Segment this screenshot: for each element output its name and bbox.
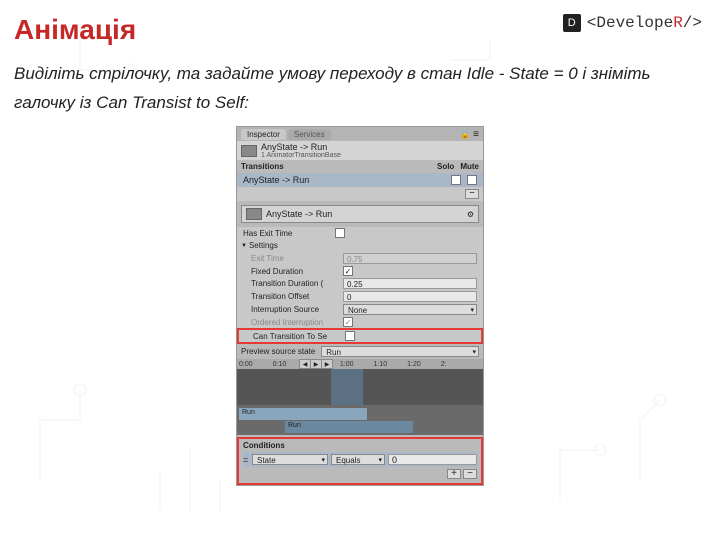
transition-box-icon [246,208,262,220]
settings-foldout[interactable]: Settings [237,239,483,252]
transition-timeline[interactable]: 0:000:100:201:001:101:202: ◀ ▶ ▶ [237,359,483,405]
transition-name: AnyState -> Run [261,142,341,152]
tab-services[interactable]: Services [288,129,331,140]
inspector-tabs: Inspector Services 🔒 ≡ [237,127,483,141]
preview-source-heading: Preview source state Run [237,344,483,359]
has-exit-time-checkbox[interactable] [335,228,345,238]
transition-offset-label: Transition Offset [251,292,343,301]
ordered-interruption-label: Ordered Interruption [251,318,343,327]
timeline-ruler: 0:000:100:201:001:101:202: [237,359,483,369]
timeline-blend-region[interactable] [331,369,363,405]
interruption-source-label: Interruption Source [251,305,343,314]
clip-area: Run Run [237,405,483,435]
remove-transition-button[interactable]: − [465,189,479,199]
transition-drop-area: AnyState -> Run ⚙ [237,201,483,227]
transition-duration-field[interactable]: 0.25 [343,278,477,289]
transition-offset-field[interactable]: 0 [343,291,477,302]
can-transition-checkbox[interactable] [345,331,355,341]
preview-source-dropdown[interactable]: Run [321,346,479,357]
timeline-play-controls: ◀ ▶ ▶ [299,359,333,369]
unity-inspector-panel: Inspector Services 🔒 ≡ AnyState -> Run 1… [236,126,484,486]
source-clip[interactable]: Run [239,408,367,420]
can-transition-highlight: Can Transition To Se [237,328,483,344]
condition-row: = State Equals 0 [243,452,477,467]
page-title: Анімація [14,14,136,46]
conditions-heading: Conditions [243,441,477,452]
fixed-duration-checkbox[interactable]: ✓ [343,266,353,276]
transition-thumb-icon [241,145,257,157]
fixed-duration-label: Fixed Duration [251,267,343,276]
add-condition-button[interactable]: + [447,469,461,479]
ordered-interruption-checkbox: ✓ [343,317,353,327]
transition-header: AnyState -> Run 1 AnimatorTransitionBase [237,141,483,160]
menu-icon[interactable]: ≡ [473,129,479,140]
brand-text: <DevelopeR/> [587,14,702,32]
transitions-heading: Transitions Solo Mute [237,160,483,173]
brand-badge: D [563,14,581,32]
transition-base: 1 AnimatorTransitionBase [261,152,341,159]
condition-op-dropdown[interactable]: Equals [331,454,385,465]
transition-box[interactable]: AnyState -> Run ⚙ [241,205,479,223]
brand-logo: D <DevelopeR/> [563,14,702,32]
exit-time-field: 0.75 [343,253,477,264]
mute-checkbox[interactable] [467,175,477,185]
interruption-source-dropdown[interactable]: None [343,304,477,315]
play-button[interactable]: ▶ [311,360,321,368]
condition-value-field[interactable]: 0 [388,454,477,465]
transition-duration-label: Transition Duration ( [251,279,343,288]
gear-icon[interactable]: ⚙ [467,210,474,219]
next-frame-button[interactable]: ▶ [322,360,332,368]
mute-label: Mute [460,162,479,171]
has-exit-time-label: Has Exit Time [243,229,335,238]
condition-param-dropdown[interactable]: State [252,454,328,465]
exit-time-label: Exit Time [251,254,343,263]
conditions-highlight: Conditions = State Equals 0 + − [237,437,483,485]
can-transition-label: Can Transition To Se [253,332,345,341]
solo-label: Solo [437,162,454,171]
solo-checkbox[interactable] [451,175,461,185]
prev-frame-button[interactable]: ◀ [300,360,310,368]
lock-icon[interactable]: 🔒 [460,130,470,139]
remove-condition-button[interactable]: − [463,469,477,479]
dest-clip[interactable]: Run [285,421,413,433]
instruction-text: Виділіть стрілочку, та задайте умову пер… [14,60,696,118]
transition-list-item[interactable]: AnyState -> Run [237,173,483,187]
tab-inspector[interactable]: Inspector [241,129,286,140]
